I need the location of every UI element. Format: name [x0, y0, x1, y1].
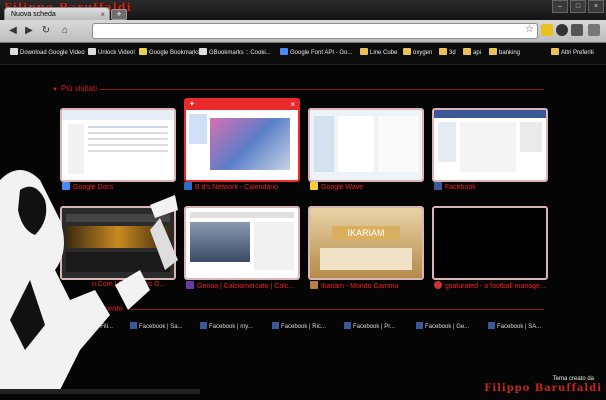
close-tab-icon[interactable]: × — [100, 10, 105, 19]
most-visited-header[interactable]: ▼ Più visitati — [52, 84, 97, 93]
remove-thumbnail-icon[interactable]: × — [290, 100, 295, 109]
theme-credit-label: Tema creato da — [552, 376, 594, 382]
facebook-favicon — [200, 322, 207, 329]
thumbnail-google-wave[interactable] — [308, 108, 424, 182]
facebook-favicon — [488, 322, 495, 329]
bookmark-item[interactable]: Download Google Video — [10, 48, 85, 59]
recent-item[interactable]: Facebook | Pr... — [344, 322, 395, 330]
facebook-favicon — [344, 322, 351, 329]
recent-item[interactable]: Facebook | my... — [200, 322, 253, 330]
bookmarks-bar: Download Google Video Unlock Video! Goog… — [0, 43, 606, 65]
section-divider — [130, 309, 544, 310]
facebook-favicon — [272, 322, 279, 329]
navigation-toolbar: ◀ ▶ ↻ ⌂ ☆ — [0, 20, 606, 43]
thumbnail-label[interactable]: gsaturated - a football manage... — [434, 281, 546, 290]
collapse-arrow-icon: ▼ — [52, 87, 58, 93]
facebook-favicon — [416, 322, 423, 329]
theme-brand-logo-footer: Filippo Baruffaldi — [484, 383, 602, 394]
folder-icon — [551, 48, 559, 55]
bookmark-item[interactable]: Unlock Video! — [88, 48, 135, 59]
facebook-favicon — [434, 182, 442, 190]
section-divider — [100, 89, 544, 90]
forward-icon[interactable]: ▶ — [22, 24, 36, 38]
folder-icon — [489, 48, 497, 55]
new-tab-button[interactable]: + — [111, 9, 127, 20]
bookmark-folder[interactable]: Line Cube — [360, 48, 397, 59]
tab-label: Nuova scheda — [11, 11, 56, 18]
recent-item[interactable]: Facebook | SA... — [488, 322, 541, 330]
thumbnail-label[interactable]: Facebook — [434, 182, 544, 191]
thumbnail-label[interactable]: Ikariam - Mondo Gamma — [310, 281, 420, 290]
reload-icon[interactable]: ↻ — [39, 24, 53, 38]
bookmark-item[interactable]: Google Bookmarks — [139, 48, 200, 59]
extension-dial-icon[interactable] — [556, 24, 568, 36]
extension-printer-icon[interactable] — [571, 24, 583, 36]
bookmark-folder[interactable]: banking — [489, 48, 520, 59]
theme-figure-image — [0, 170, 178, 390]
bookmark-folder[interactable]: oxygen — [403, 48, 432, 59]
tab-new-tab[interactable]: Nuova scheda × — [4, 7, 110, 21]
recent-item[interactable]: Facebook | Ge... — [416, 322, 469, 330]
bookmark-folder[interactable]: 3d — [439, 48, 456, 59]
folder-icon — [403, 48, 411, 55]
google-wave-favicon — [310, 182, 318, 190]
close-window-icon[interactable]: × — [588, 0, 604, 13]
wrench-icon[interactable] — [588, 24, 600, 36]
folder-icon — [463, 48, 471, 55]
thumbnail-calendar[interactable]: × ✦ — [184, 98, 300, 182]
home-icon[interactable]: ⌂ — [58, 24, 72, 38]
gsaturated-favicon — [434, 281, 442, 289]
window-controls: – □ × — [552, 0, 604, 13]
page-icon — [88, 48, 96, 55]
thumbnail-facebook[interactable] — [432, 108, 548, 182]
bookmark-folder[interactable]: api — [463, 48, 481, 59]
folder-icon — [360, 48, 368, 55]
extension-notes-icon[interactable] — [541, 24, 553, 36]
bookmark-folder-other[interactable]: Altri Preferiti — [551, 48, 594, 59]
minimize-icon[interactable]: – — [552, 0, 568, 13]
horizontal-scrollbar[interactable] — [0, 389, 200, 394]
recent-item[interactable]: Facebook | Ric... — [272, 322, 326, 330]
bookmark-item[interactable]: Google Font API - Go... — [280, 48, 352, 59]
thumbnail-gsaturated[interactable] — [432, 206, 548, 280]
bookmark-star-icon[interactable]: ☆ — [525, 24, 534, 35]
page-icon — [199, 48, 207, 55]
bookmark-item[interactable]: GBookmarks :: Cooki... — [199, 48, 271, 59]
title-bar: Filippo Baruffaldi Nuova scheda × + – □ … — [0, 0, 606, 21]
page-icon — [10, 48, 18, 55]
thumbnail-label[interactable]: Google Wave — [310, 182, 420, 191]
page-icon — [280, 48, 288, 55]
thumbnail-label[interactable]: B d's Network - Calendario — [184, 182, 298, 191]
thumbnail-ikariam[interactable]: IKARIAM — [308, 206, 424, 280]
pin-icon[interactable]: ✦ — [189, 100, 195, 108]
ikariam-favicon — [310, 281, 318, 289]
address-bar[interactable]: ☆ — [92, 23, 538, 39]
ikariam-logo: IKARIAM — [332, 226, 400, 240]
page-icon — [139, 48, 147, 55]
thumbnail-genoa[interactable] — [184, 206, 300, 280]
thumbnail-label[interactable]: Genoa | Calciomercato | Calc... — [186, 281, 296, 290]
back-icon[interactable]: ◀ — [6, 24, 20, 38]
folder-icon — [439, 48, 447, 55]
maximize-icon[interactable]: □ — [570, 0, 586, 13]
